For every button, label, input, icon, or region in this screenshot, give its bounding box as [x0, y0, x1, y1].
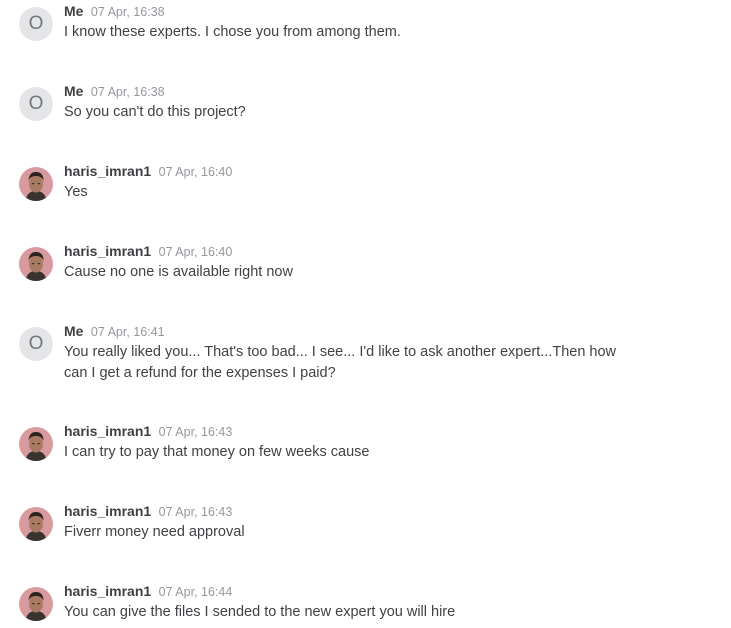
- avatar[interactable]: O: [19, 7, 53, 41]
- message-text: Fiverr money need approval: [64, 524, 245, 540]
- avatar[interactable]: [19, 167, 53, 201]
- message-meta: Me 07 Apr, 16:38: [64, 81, 624, 101]
- sender-name[interactable]: haris_imran1: [64, 243, 151, 259]
- timestamp: 07 Apr, 16:43: [158, 425, 233, 439]
- avatar[interactable]: O: [19, 327, 53, 361]
- user-photo-icon: [19, 247, 53, 281]
- message-body: Me 07 Apr, 16:38 I know these experts. I…: [64, 1, 624, 43]
- timestamp: 07 Apr, 16:38: [90, 85, 165, 99]
- avatar[interactable]: [19, 247, 53, 281]
- avatar[interactable]: [19, 587, 53, 621]
- message-text: So you can't do this project?: [64, 104, 246, 120]
- timestamp: 07 Apr, 16:40: [158, 165, 233, 179]
- message-body: haris_imran1 07 Apr, 16:40 Cause no one …: [64, 241, 624, 283]
- timestamp: 07 Apr, 16:40: [158, 245, 233, 259]
- timestamp: 07 Apr, 16:41: [90, 325, 165, 339]
- message-text: I can try to pay that money on few weeks…: [64, 444, 370, 460]
- sender-name[interactable]: haris_imran1: [64, 423, 151, 439]
- message-meta: haris_imran1 07 Apr, 16:40: [64, 161, 624, 181]
- message-text: You really liked you... That's too bad..…: [64, 344, 617, 381]
- message-meta: Me 07 Apr, 16:38: [64, 1, 624, 21]
- timestamp: 07 Apr, 16:44: [158, 585, 233, 599]
- timestamp: 07 Apr, 16:43: [158, 505, 233, 519]
- avatar[interactable]: O: [19, 87, 53, 121]
- message-body: haris_imran1 07 Apr, 16:44 You can give …: [64, 581, 624, 623]
- message-meta: haris_imran1 07 Apr, 16:43: [64, 501, 624, 521]
- user-photo-icon: [19, 507, 53, 541]
- message-body: Me 07 Apr, 16:38 So you can't do this pr…: [64, 81, 624, 123]
- sender-name[interactable]: haris_imran1: [64, 163, 151, 179]
- message-text: You can give the files I sended to the n…: [64, 604, 456, 620]
- message-body: haris_imran1 07 Apr, 16:40 Yes: [64, 161, 624, 203]
- message-body: haris_imran1 07 Apr, 16:43 I can try to …: [64, 421, 624, 463]
- timestamp: 07 Apr, 16:38: [90, 5, 165, 19]
- message-meta: haris_imran1 07 Apr, 16:40: [64, 241, 624, 261]
- message-body: Me 07 Apr, 16:41 You really liked you...…: [64, 321, 624, 384]
- message-meta: Me 07 Apr, 16:41: [64, 321, 624, 341]
- message-meta: haris_imran1 07 Apr, 16:43: [64, 421, 624, 441]
- message-meta: haris_imran1 07 Apr, 16:44: [64, 581, 624, 601]
- sender-name[interactable]: Me: [64, 3, 83, 19]
- user-photo-icon: [19, 167, 53, 201]
- sender-name[interactable]: haris_imran1: [64, 583, 151, 599]
- message-text: Cause no one is available right now: [64, 264, 293, 280]
- message-text: I know these experts. I chose you from a…: [64, 24, 401, 40]
- sender-name[interactable]: haris_imran1: [64, 503, 151, 519]
- user-photo-icon: [19, 427, 53, 461]
- user-photo-icon: [19, 587, 53, 621]
- message-body: haris_imran1 07 Apr, 16:43 Fiverr money …: [64, 501, 624, 543]
- sender-name[interactable]: Me: [64, 83, 83, 99]
- message-text: Yes: [64, 184, 88, 200]
- sender-name[interactable]: Me: [64, 323, 83, 339]
- avatar[interactable]: [19, 507, 53, 541]
- avatar[interactable]: [19, 427, 53, 461]
